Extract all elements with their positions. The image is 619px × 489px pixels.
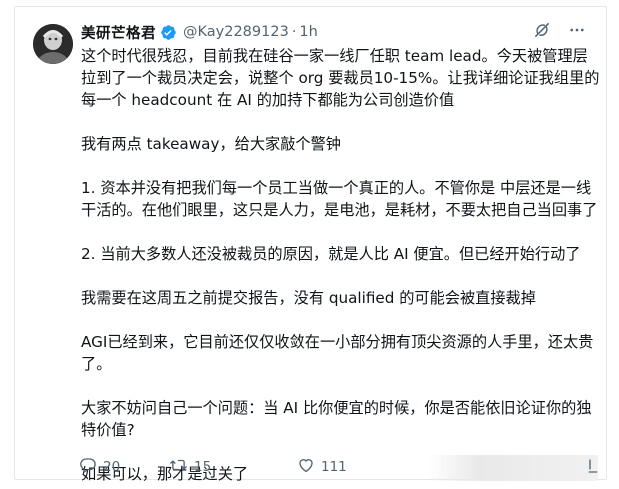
reply-icon (79, 456, 97, 478)
avatar[interactable] (33, 24, 73, 64)
author-name[interactable]: 美研芒格君 (81, 22, 156, 43)
avatar-image (33, 24, 73, 64)
verified-badge-icon (160, 24, 177, 41)
tweet-paragraph: 我需要在这周五之前提交报告，没有 qualified 的可能会被直接裁掉 (81, 289, 536, 307)
grok-icon[interactable] (532, 20, 552, 44)
tweet-paragraph: 这个时代很残忍，目前我在硅谷一家一线厂任职 team lead。今天被管理层拉到… (81, 47, 600, 109)
retweet-count: 15 (194, 459, 212, 475)
like-icon (297, 456, 315, 478)
tweet-card[interactable]: 美研芒格君 @Kay2289123 · 1h 这个时代很残忍，目前我在硅谷一家一… (14, 6, 607, 483)
watermark-overlay (428, 455, 598, 481)
share-icon[interactable] (586, 457, 600, 479)
header-separator: · (291, 24, 297, 40)
tweet-paragraph: AGI已经到来，它目前还仅仅收敛在一小部分拥有顶尖资源的人手里，还太贵了。 (81, 333, 594, 373)
author-handle[interactable]: @Kay2289123 (183, 24, 289, 40)
reply-button[interactable]: 20 (79, 456, 169, 478)
tweet-paragraph: 我有两点 takeaway，给大家敲个警钟 (81, 135, 341, 153)
retweet-button[interactable]: 15 (169, 456, 297, 478)
like-button[interactable]: 111 (297, 456, 407, 478)
tweet-paragraph: 2. 当前大多数人还没被裁员的原因，就是人比 AI 便宜。但已经开始行动了 (81, 245, 581, 263)
header-actions (532, 21, 586, 43)
more-icon[interactable] (568, 21, 586, 43)
tweet-header: 美研芒格君 @Kay2289123 · 1h (81, 21, 586, 43)
reply-count: 20 (103, 459, 121, 475)
tweet-text: 这个时代很残忍，目前我在硅谷一家一线厂任职 team lead。今天被管理层拉到… (81, 45, 601, 485)
timestamp[interactable]: 1h (299, 24, 317, 40)
retweet-icon (169, 456, 188, 478)
tweet-paragraph: 大家不妨问自己一个问题：当 AI 比你便宜的时候，你是否能依旧论证你的独特价值? (81, 399, 592, 439)
like-count: 111 (321, 459, 347, 475)
tweet-paragraph: 1. 资本并没有把我们每一个员工当做一个真正的人。不管你是 中层还是一线干活的。… (81, 179, 598, 219)
